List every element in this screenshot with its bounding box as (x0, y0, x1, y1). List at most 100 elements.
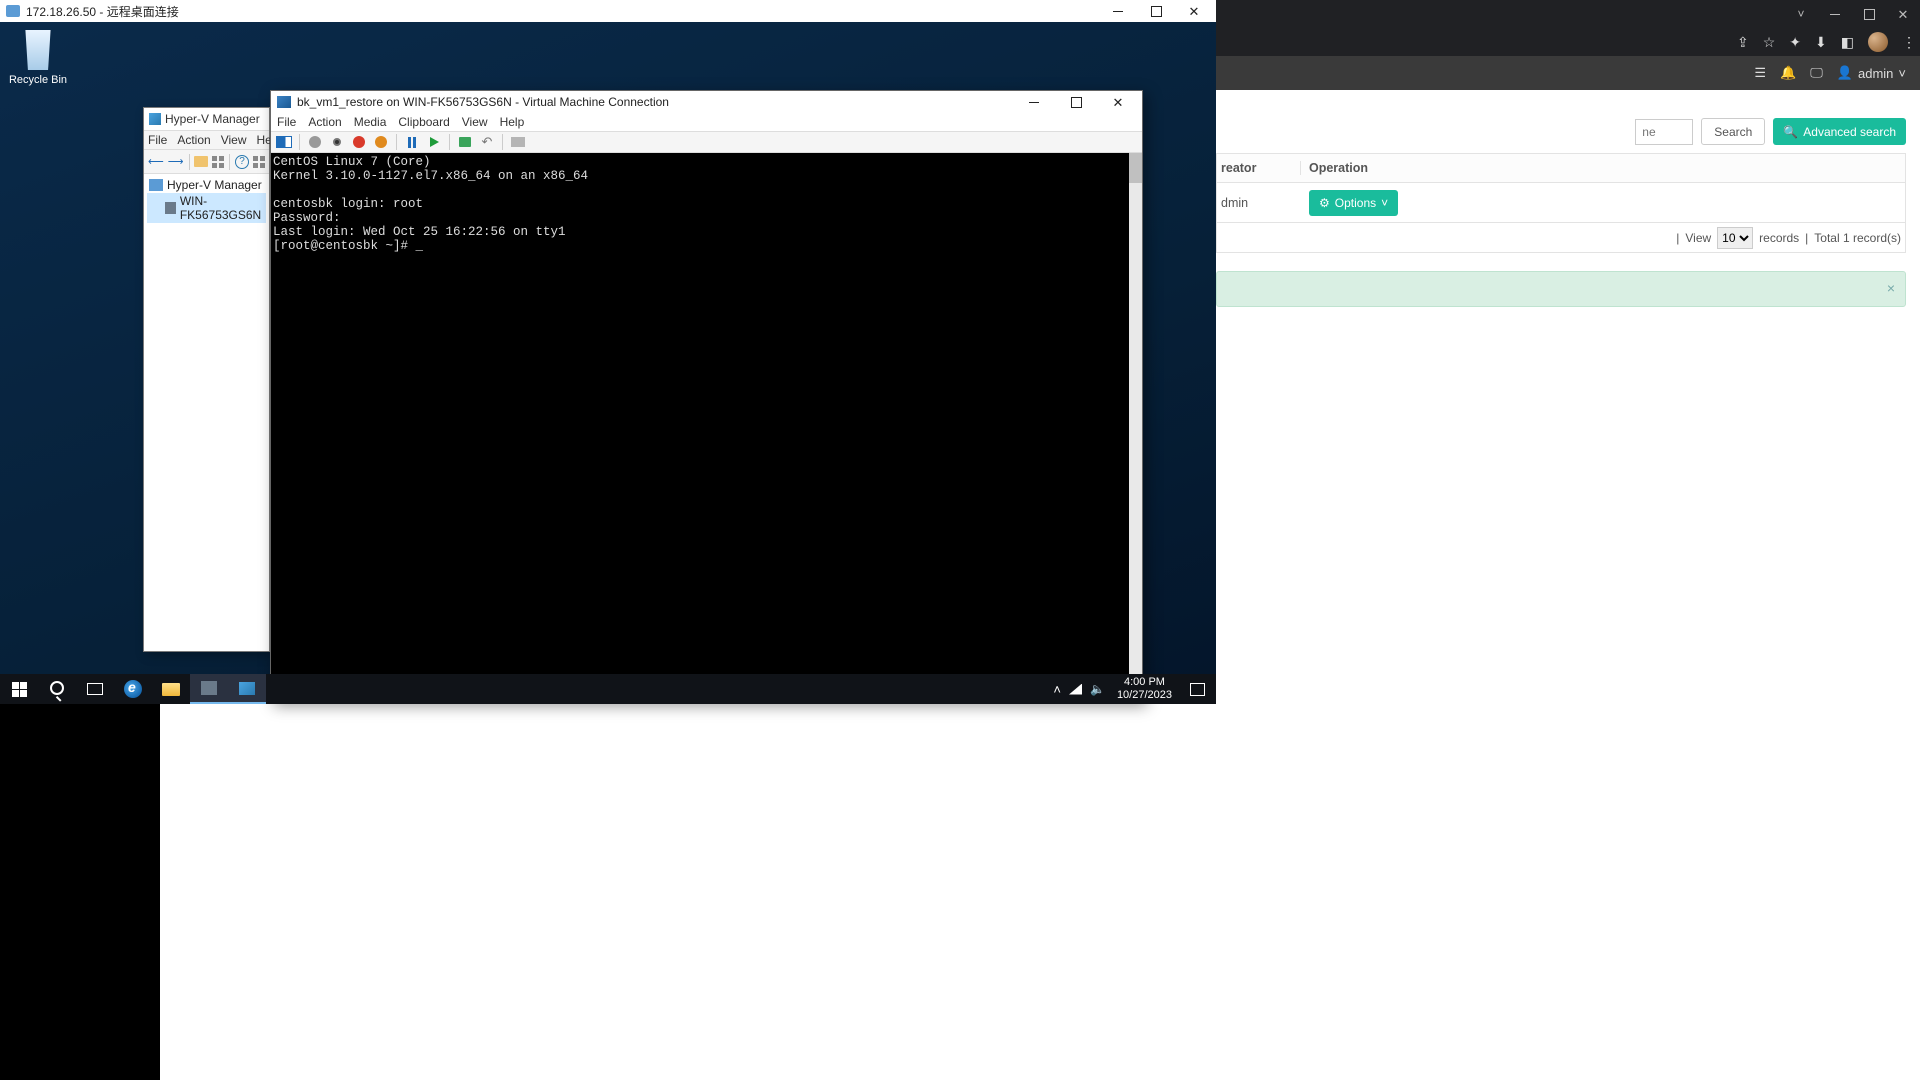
tree-host-label: WIN-FK56753GS6N (180, 194, 264, 222)
remote-desktop[interactable]: Recycle Bin Hyper-V Manager File Action … (0, 22, 1216, 704)
browser-minimize-button[interactable] (1818, 0, 1852, 28)
reset-icon[interactable] (425, 133, 443, 151)
nav-forward-icon[interactable] (167, 153, 185, 171)
vmc-maximize-button[interactable] (1058, 92, 1094, 112)
browser-dropdown-icon[interactable]: ˅ (1784, 0, 1818, 28)
browser-maximize-button[interactable] (1852, 0, 1886, 28)
user-menu[interactable]: 👤 admin ˅ (1837, 65, 1906, 81)
hyperv-title-text: Hyper-V Manager (165, 112, 260, 126)
tree-root-label: Hyper-V Manager (167, 178, 262, 192)
sidepanel-icon[interactable]: ◧ (1841, 34, 1854, 51)
search-button[interactable]: Search (1701, 118, 1765, 145)
action-center-icon[interactable] (1178, 674, 1216, 704)
browser-close-button[interactable] (1886, 0, 1920, 28)
folder-icon[interactable] (193, 153, 209, 171)
taskbar-explorer[interactable] (152, 674, 190, 704)
task-view-icon[interactable] (76, 674, 114, 704)
extensions-icon[interactable]: ✦ (1789, 34, 1801, 51)
tree-host[interactable]: WIN-FK56753GS6N (147, 193, 266, 223)
column-creator[interactable]: reator (1217, 161, 1301, 175)
recycle-bin-label: Recycle Bin (8, 74, 68, 86)
vmc-scrollbar[interactable] (1129, 153, 1142, 701)
pause-icon[interactable] (403, 133, 421, 151)
search-input[interactable] (1635, 119, 1693, 145)
refresh-icon[interactable] (252, 153, 266, 171)
taskbar-server-manager[interactable] (190, 674, 228, 704)
taskbar-search-icon[interactable] (38, 674, 76, 704)
hyperv-menu-view[interactable]: View (221, 133, 247, 147)
gear-icon: ⚙ (1319, 196, 1330, 210)
hyperv-menu-action[interactable]: Action (177, 133, 210, 147)
kebab-menu-icon[interactable]: ⋮ (1902, 34, 1916, 51)
options-label: Options (1335, 196, 1376, 210)
webapp-header: ☰ 🔔 🖵 👤 admin ˅ (1216, 56, 1920, 90)
hyperv-manager-window[interactable]: Hyper-V Manager File Action View Help (143, 107, 270, 652)
list-view-icon[interactable]: ☰ (1754, 65, 1766, 81)
taskbar-clock[interactable]: 4:00 PM 10/27/2023 (1111, 676, 1178, 702)
taskbar-ie[interactable] (114, 674, 152, 704)
magnifier-icon: 🔍 (1783, 125, 1798, 139)
advanced-search-button[interactable]: 🔍 Advanced search (1773, 118, 1906, 145)
vmc-menu-media[interactable]: Media (354, 115, 387, 129)
user-name: admin (1858, 66, 1893, 81)
vm-console[interactable]: CentOS Linux 7 (Core) Kernel 3.10.0-1127… (271, 153, 1129, 701)
start-icon[interactable] (306, 133, 324, 151)
vmc-menu-action[interactable]: Action (308, 115, 341, 129)
rdp-titlebar[interactable]: 172.18.26.50 - 远程桌面连接 (0, 0, 1216, 22)
shutdown-icon[interactable] (350, 133, 368, 151)
vmc-toolbar (271, 131, 1142, 153)
ctrl-alt-del-icon[interactable] (275, 133, 293, 151)
taskbar-rdp[interactable] (228, 674, 266, 704)
profile-avatar[interactable] (1868, 32, 1888, 52)
display-icon[interactable]: 🖵 (1810, 65, 1823, 81)
revert-icon[interactable] (478, 133, 496, 151)
hyperv-icon (149, 113, 161, 125)
banner-close-icon[interactable]: × (1887, 280, 1895, 296)
vmc-titlebar[interactable]: bk_vm1_restore on WIN-FK56753GS6N - Virt… (271, 91, 1142, 113)
bookmark-icon[interactable]: ☆ (1763, 34, 1776, 51)
checkpoint-icon[interactable] (456, 133, 474, 151)
pager: | View 10 records | Total 1 record(s) (1216, 223, 1906, 253)
vm-connection-window[interactable]: bk_vm1_restore on WIN-FK56753GS6N - Virt… (270, 90, 1143, 702)
tray-overflow-icon[interactable] (1053, 682, 1061, 697)
share-icon[interactable]: ⇪ (1737, 34, 1749, 51)
vmc-icon (277, 96, 291, 108)
hyperv-titlebar[interactable]: Hyper-V Manager (144, 108, 269, 130)
tree-root[interactable]: Hyper-V Manager (147, 177, 266, 193)
advanced-search-label: Advanced search (1803, 125, 1896, 139)
pager-view-label: View (1685, 231, 1711, 245)
hyperv-node-icon (149, 179, 163, 191)
table-row: dmin ⚙ Options ˅ (1216, 183, 1906, 223)
rdp-close-button[interactable] (1178, 1, 1210, 21)
vmc-close-button[interactable] (1100, 92, 1136, 112)
help-icon[interactable] (234, 153, 250, 171)
hyperv-menu-file[interactable]: File (148, 133, 167, 147)
cell-creator: dmin (1217, 196, 1301, 210)
rdp-maximize-button[interactable] (1140, 1, 1172, 21)
rdp-minimize-button[interactable] (1102, 1, 1134, 21)
recycle-bin-icon (20, 30, 56, 70)
clock-time: 4:00 PM (1117, 676, 1172, 689)
properties-icon[interactable] (211, 153, 225, 171)
nav-back-icon[interactable] (147, 153, 165, 171)
table-header: reator Operation (1216, 153, 1906, 183)
browser-chrome: ˅ ⇪ ☆ ✦ ⬇ ◧ ⋮ (1216, 0, 1920, 56)
vmc-minimize-button[interactable] (1016, 92, 1052, 112)
options-button[interactable]: ⚙ Options ˅ (1309, 190, 1398, 216)
vmc-console-area: CentOS Linux 7 (Core) Kernel 3.10.0-1127… (271, 153, 1142, 701)
turn-off-icon[interactable] (328, 133, 346, 151)
vmc-menu-file[interactable]: File (277, 115, 296, 129)
page-size-select[interactable]: 10 (1717, 227, 1753, 249)
notifications-icon[interactable]: 🔔 (1780, 65, 1796, 81)
start-button[interactable] (0, 674, 38, 704)
vmc-menu-help[interactable]: Help (500, 115, 525, 129)
vmc-menu-view[interactable]: View (462, 115, 488, 129)
recycle-bin[interactable]: Recycle Bin (8, 30, 68, 86)
network-icon[interactable] (1069, 684, 1082, 695)
save-icon[interactable] (372, 133, 390, 151)
downloads-icon[interactable]: ⬇ (1815, 34, 1827, 51)
enhanced-session-icon[interactable] (509, 133, 527, 151)
volume-icon[interactable] (1090, 682, 1105, 696)
windows-taskbar: 4:00 PM 10/27/2023 (0, 674, 1216, 704)
vmc-menu-clipboard[interactable]: Clipboard (398, 115, 449, 129)
